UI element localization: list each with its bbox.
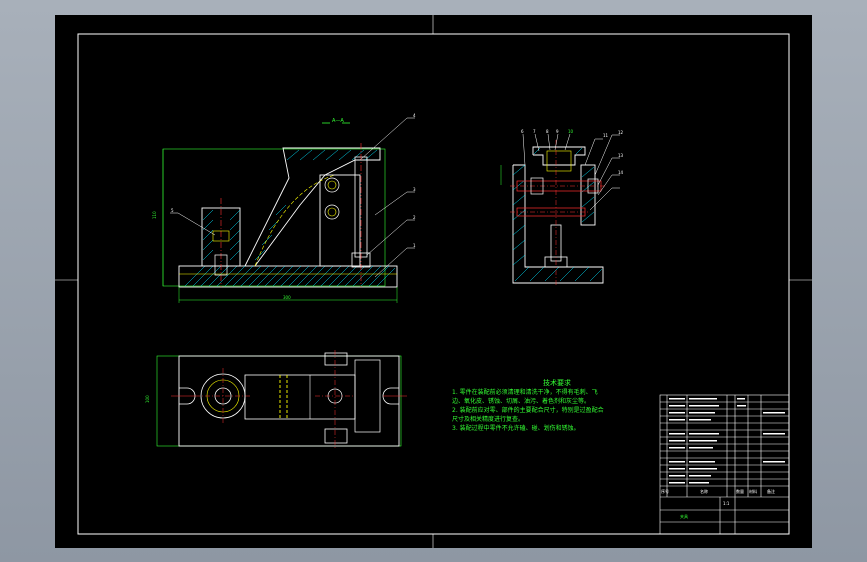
- base-plate: [178, 265, 398, 288]
- tech-note-line: 2. 装配前应对零、部件的主要配合尺寸，特别是过盈配合: [452, 407, 604, 414]
- side-bracket: [512, 164, 604, 284]
- dim-height: 110: [152, 211, 157, 219]
- tech-note-line: 3. 装配过程中零件不允许磕、碰、划伤和锈蚀。: [452, 425, 580, 432]
- callout-4: 4: [413, 113, 416, 118]
- header-note: 备注: [767, 488, 775, 494]
- callout-11: 11: [603, 133, 609, 138]
- tech-note-line: 边、氧化皮、锈蚀、切屑、油污、着色剂和灰尘等。: [452, 398, 591, 405]
- front-view: A—A 300 110 4 3 2 1 5: [152, 113, 416, 303]
- callout-6: 6: [521, 129, 524, 134]
- cad-drawing-canvas[interactable]: A—A 300 110 4 3 2 1 5 6 7 8 9 10 11 12 1…: [55, 15, 812, 548]
- callout-5: 5: [171, 208, 174, 213]
- header-material: 材料: [749, 488, 757, 494]
- callout-14: 14: [618, 170, 624, 175]
- header-seq: 序号: [661, 488, 669, 494]
- dim-overall-width: 300: [283, 295, 291, 300]
- callout-2: 2: [413, 215, 416, 220]
- plan-base: [178, 355, 400, 447]
- drawing-name: 夹具: [680, 513, 688, 519]
- technical-notes: 技术要求 1. 零件在装配前必须清理和清洗干净，不得有毛刺、飞 边、氧化皮、锈蚀…: [452, 379, 642, 433]
- callout-7: 7: [533, 129, 536, 134]
- tech-note-line: 尺寸及相关精度进行复查。: [452, 416, 525, 423]
- tech-note-line: 1. 零件在装配前必须清理和清洗干净，不得有毛刺、飞: [452, 389, 598, 396]
- tech-notes-title: 技术要求: [543, 379, 571, 387]
- title-block-headers: 序号 名称 数量 材料 备注 夹具 1:1: [661, 488, 775, 519]
- side-view: 6 7 8 9 10 11 12 13 14: [500, 129, 624, 285]
- base-hatch: [184, 265, 396, 287]
- header-qty: 数量: [736, 488, 744, 494]
- callout-1: 1: [413, 243, 416, 248]
- callout-12: 12: [618, 130, 624, 135]
- callout-8: 8: [546, 129, 549, 134]
- header-name: 名称: [700, 488, 708, 494]
- drawing-sheet[interactable]: A—A 300 110 4 3 2 1 5 6 7 8 9 10 11 12 1…: [55, 15, 812, 548]
- dim-plan-height: 100: [145, 395, 150, 403]
- callout-10: 10: [568, 129, 574, 134]
- drawing-scale: 1:1: [723, 501, 730, 506]
- callout-13: 13: [618, 153, 624, 158]
- callout-9: 9: [556, 129, 559, 134]
- plan-view: 100: [145, 350, 407, 450]
- callout-3: 3: [413, 187, 416, 192]
- inner-frame: [77, 33, 790, 535]
